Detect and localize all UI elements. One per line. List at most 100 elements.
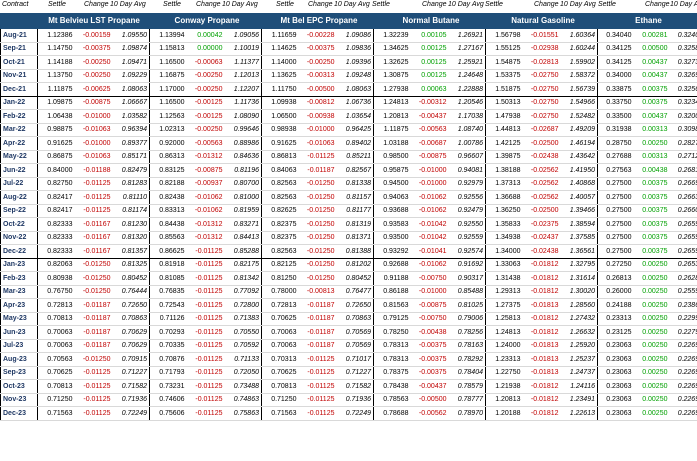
natural-gasoline-change-cell: -0.01812 — [522, 271, 561, 286]
natural-gasoline-settle-cell: 1.27375 — [485, 298, 523, 313]
ethane-change-cell: 0.00250 — [633, 258, 670, 272]
natural-gasoline-avg-cell: 1.26632 — [560, 325, 598, 340]
natural-gasoline-settle-cell: 1.25813 — [485, 312, 523, 326]
ethane-settle-cell: 0.23063 — [597, 366, 634, 380]
lst-propane-avg-cell: 0.80452 — [112, 271, 150, 286]
conway-propane-settle-cell: 1.13994 — [149, 29, 187, 43]
ethane-settle-cell: 0.33750 — [597, 96, 634, 110]
conway-propane-settle-cell: 0.76835 — [149, 285, 187, 299]
natural-gasoline-settle-cell: 1.29313 — [485, 285, 523, 299]
lst-propane-change-cell: -0.01063 — [74, 150, 113, 164]
epc-propane-avg-cell: 0.70569 — [336, 339, 374, 353]
normal-butane-change-cell: -0.01041 — [410, 244, 449, 259]
conway-propane-change-cell: -0.01062 — [186, 204, 225, 218]
conway-propane-avg-cell: 1.08090 — [224, 109, 262, 124]
epc-propane-avg-cell: 0.71936 — [336, 393, 374, 407]
lst-propane-avg-cell: 1.09229 — [112, 69, 150, 83]
lst-propane-avg-cell: 0.81320 — [112, 231, 150, 245]
ethane-change-cell: 0.00375 — [633, 177, 670, 191]
lst-propane-settle-cell: 0.84000 — [37, 163, 75, 178]
conway-propane-settle-cell: 0.74606 — [149, 393, 187, 407]
contract-cell: Jul-23 — [0, 339, 38, 353]
epc-propane-avg-cell: 1.09248 — [336, 69, 374, 83]
contract-cell: Oct-21 — [0, 55, 38, 70]
contract-cell: Aug-23 — [0, 352, 38, 367]
natural-gasoline-settle-cell: 1.21938 — [485, 379, 523, 394]
avg-column-header: 10 Day Avg — [334, 1, 370, 8]
natural-gasoline-change-cell: -0.02437 — [522, 231, 561, 245]
epc-propane-settle-cell: 0.91625 — [261, 136, 299, 151]
ethane-avg-cell: 0.26636 — [669, 190, 697, 205]
contract-cell: Mar-23 — [0, 285, 38, 299]
natural-gasoline-settle-cell: 1.37313 — [485, 177, 523, 191]
lst-propane-change-cell: -0.01188 — [74, 163, 113, 178]
lst-propane-change-cell: -0.01250 — [74, 271, 113, 286]
natural-gasoline-settle-cell: 1.31438 — [485, 271, 523, 286]
ethane-settle-cell: 0.23063 — [597, 352, 634, 367]
normal-butane-avg-cell: 1.27167 — [448, 42, 486, 56]
conway-propane-change-cell: -0.01125 — [186, 325, 225, 340]
natural-gasoline-avg-cell: 1.27432 — [560, 312, 598, 326]
conway-propane-settle-cell: 0.70335 — [149, 339, 187, 353]
ethane-settle-cell: 0.27688 — [597, 150, 634, 164]
table-row: Aug-22 0.82417 -0.01125 0.81110 0.82438 -0.01… — [0, 190, 697, 205]
natural-gasoline-change-cell: -0.01813 — [522, 366, 561, 380]
lst-propane-settle-cell: 0.70813 — [37, 379, 75, 394]
lst-propane-avg-cell: 0.70863 — [112, 312, 150, 326]
table-row: Jan-22 1.09875 -0.00875 1.06667 1.16500 -0.00… — [0, 96, 697, 110]
contract-cell: Mar-22 — [0, 123, 38, 137]
epc-propane-change-cell: -0.00812 — [298, 96, 337, 110]
natural-gasoline-avg-cell: 1.46194 — [560, 136, 598, 151]
normal-butane-settle-cell: 0.94063 — [373, 190, 411, 205]
natural-gasoline-change-cell: -0.01813 — [522, 352, 561, 367]
epc-propane-change-cell: -0.01187 — [298, 298, 337, 313]
natural-gasoline-avg-cell: 1.40868 — [560, 177, 598, 191]
normal-butane-change-cell: -0.00875 — [410, 150, 449, 164]
avg-column-header: 10 Day Avg — [670, 1, 697, 8]
normal-butane-change-cell: -0.00500 — [410, 393, 449, 407]
lst-propane-avg-cell: 0.70915 — [112, 352, 150, 367]
epc-propane-avg-cell: 0.96425 — [336, 123, 374, 137]
lst-propane-settle-cell: 1.14750 — [37, 42, 75, 56]
epc-propane-avg-cell: 0.82567 — [336, 163, 374, 178]
epc-propane-settle-cell: 0.71250 — [261, 393, 299, 407]
lst-propane-settle-cell: 0.70813 — [37, 312, 75, 326]
lst-propane-change-cell: -0.00159 — [74, 29, 113, 43]
ethane-change-cell: 0.00375 — [633, 96, 670, 110]
ethane-change-cell: 0.00250 — [633, 339, 670, 353]
natural-gasoline-avg-cell: 1.52482 — [560, 109, 598, 124]
change-column-header: Change — [422, 1, 447, 8]
epc-propane-avg-cell: 1.06736 — [336, 96, 374, 110]
conway-propane-change-cell: -0.00250 — [186, 82, 225, 97]
ethane-settle-cell: 0.26813 — [597, 271, 634, 286]
ethane-settle-cell: 0.34125 — [597, 55, 634, 70]
natural-gasoline-change-cell: -0.01812 — [522, 379, 561, 394]
epc-propane-settle-cell: 0.82563 — [261, 177, 299, 191]
contract-cell: Aug-22 — [0, 190, 38, 205]
natural-gasoline-change-cell: -0.01813 — [522, 298, 561, 313]
normal-butane-avg-cell: 0.79006 — [448, 312, 486, 326]
epc-propane-change-cell: -0.00375 — [298, 42, 337, 56]
conway-propane-change-cell: -0.00125 — [186, 96, 225, 110]
normal-butane-settle-cell: 1.27938 — [373, 82, 411, 97]
conway-propane-change-cell: -0.00937 — [186, 177, 225, 191]
avg-column-header: 10 Day Avg — [448, 1, 484, 8]
contract-cell: Apr-23 — [0, 298, 38, 313]
conway-propane-change-cell: -0.01125 — [186, 244, 225, 259]
normal-butane-settle-cell: 1.32239 — [373, 29, 411, 43]
table-row: Jun-23 0.70063 -0.01187 0.70629 0.70293 -0.01… — [0, 325, 697, 340]
epc-propane-settle-cell: 0.81250 — [261, 271, 299, 286]
epc-propane-settle-cell: 1.11659 — [261, 29, 299, 43]
epc-propane-change-cell: -0.00250 — [298, 55, 337, 70]
conway-propane-change-cell: 0.00042 — [186, 29, 225, 43]
natural-gasoline-settle-cell: 1.34938 — [485, 231, 523, 245]
normal-butane-change-cell: 0.00063 — [410, 82, 449, 97]
lst-propane-settle-cell: 0.71563 — [37, 406, 75, 421]
conway-propane-settle-cell: 0.83313 — [149, 204, 187, 218]
normal-butane-avg-cell: 1.08740 — [448, 123, 486, 137]
normal-butane-change-cell: -0.01042 — [410, 217, 449, 232]
conway-propane-avg-cell: 0.72050 — [224, 366, 262, 380]
conway-propane-change-cell: -0.01125 — [186, 379, 225, 394]
avg-column-header: 10 Day Avg — [110, 1, 146, 8]
conway-propane-avg-cell: 0.81342 — [224, 271, 262, 286]
